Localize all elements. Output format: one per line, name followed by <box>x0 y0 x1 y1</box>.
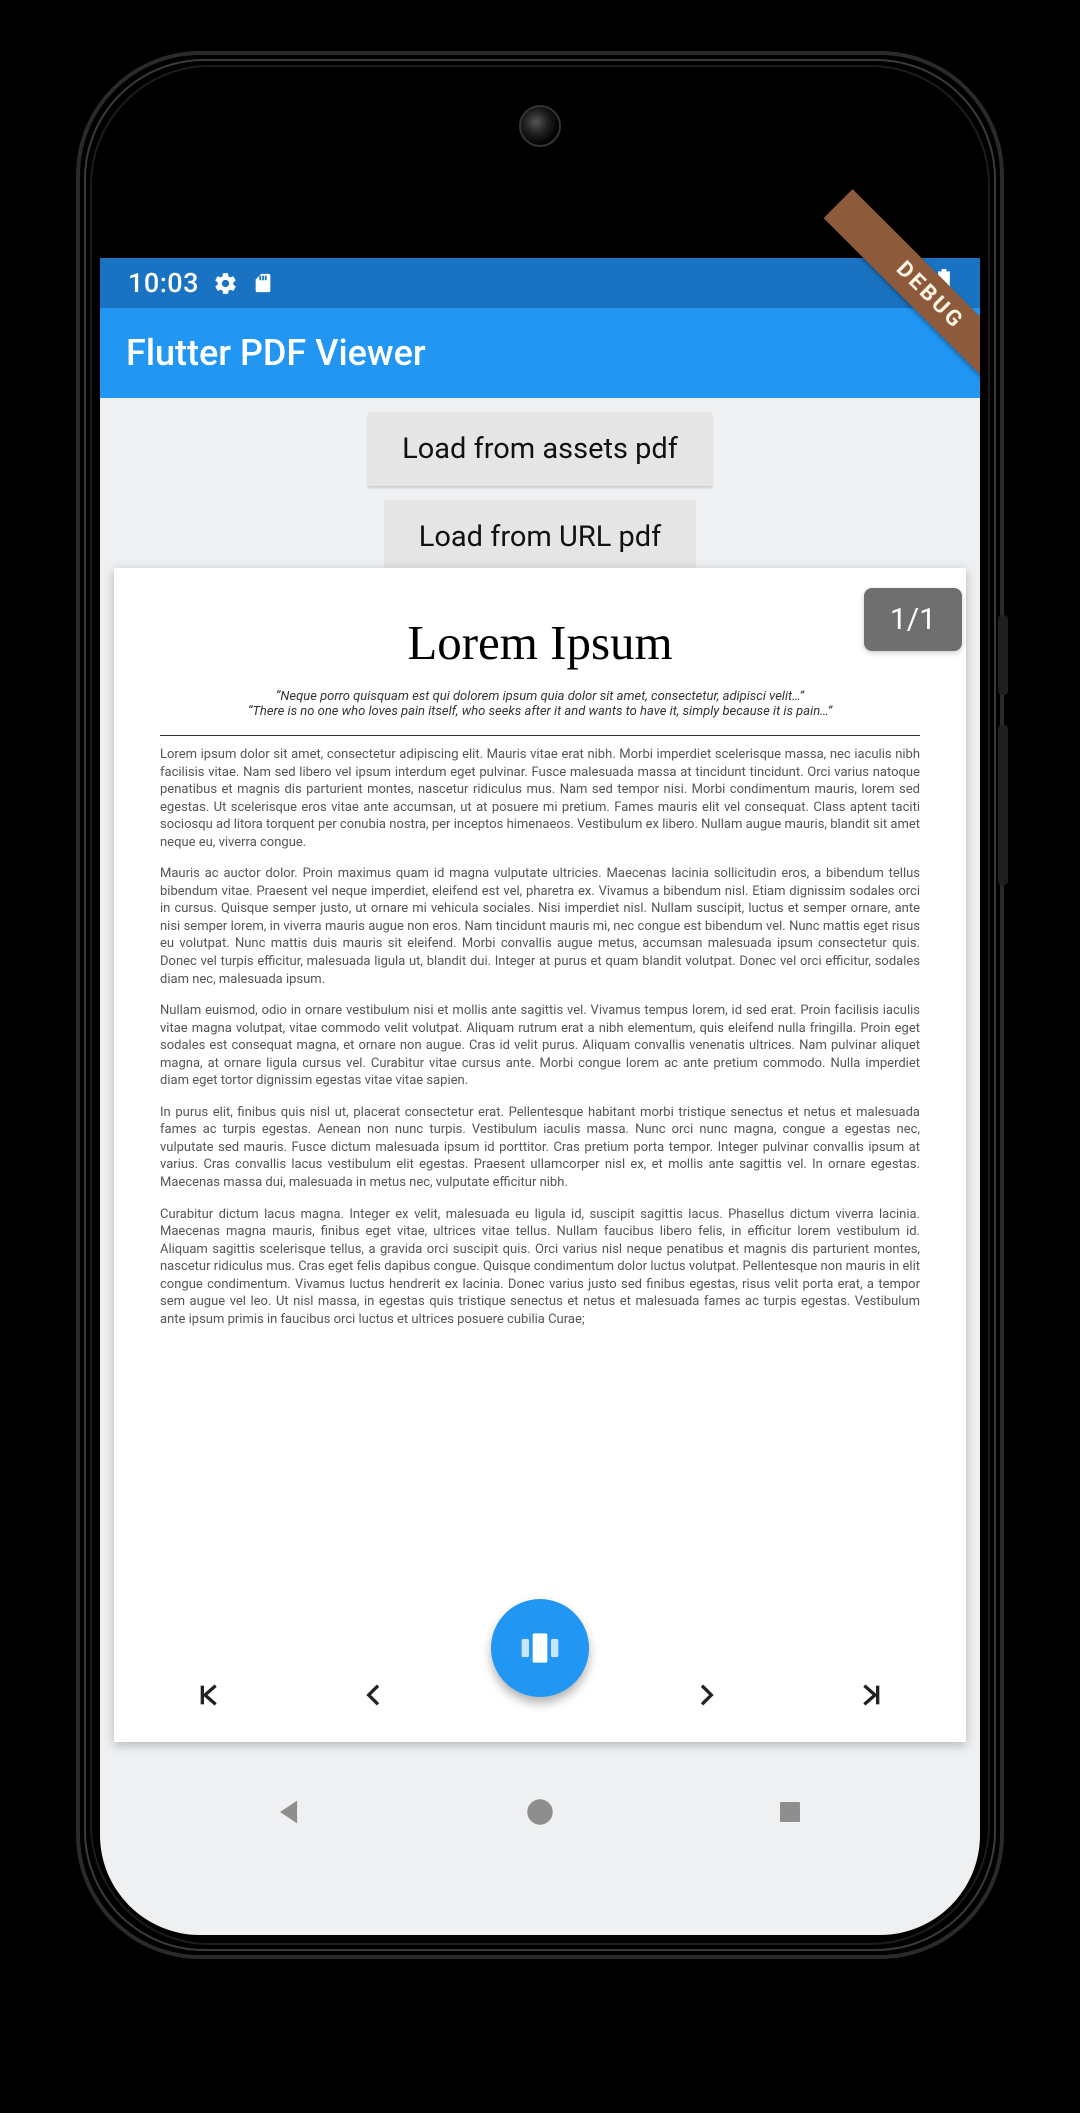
pdf-quote: “There is no one who loves pain itself, … <box>160 704 920 719</box>
app-title: Flutter PDF Viewer <box>126 332 426 374</box>
pdf-paragraph: Curabitur dictum lacus magna. Integer ex… <box>160 1206 920 1329</box>
pdf-paragraph: Mauris ac auctor dolor. Proin maximus qu… <box>160 865 920 988</box>
android-recents-button[interactable] <box>730 1782 850 1842</box>
pdf-paragraph: Nullam euismod, odio in ornare vestibulu… <box>160 1002 920 1090</box>
screen: 10:03 DEBUG Flutter PDF Viewer <box>100 75 980 1935</box>
pdf-quote: “Neque porro quisquam est qui dolorem ip… <box>160 689 920 704</box>
first-page-icon <box>193 1679 225 1711</box>
last-page-icon <box>855 1679 887 1711</box>
device-side-button <box>998 725 1008 885</box>
device-side-button <box>998 615 1008 695</box>
chevron-left-icon <box>358 1679 390 1711</box>
wifi-icon <box>898 271 928 295</box>
pdf-title: Lorem Ipsum <box>160 614 920 671</box>
android-nav-bar <box>100 1752 980 1872</box>
battery-icon <box>936 269 952 297</box>
pdf-paragraph: Lorem ipsum dolor sit amet, consectetur … <box>160 746 920 851</box>
app-bar: Flutter PDF Viewer <box>100 308 980 398</box>
status-bar: 10:03 <box>100 258 980 308</box>
circle-home-icon <box>523 1795 557 1829</box>
load-from-url-button[interactable]: Load from URL pdf <box>385 500 695 574</box>
pdf-paragraph: In purus elit, finibus quis nisl ut, pla… <box>160 1104 920 1192</box>
app-body: Load from assets pdf Load from URL pdf 1… <box>100 398 980 1935</box>
last-page-button[interactable] <box>796 1647 946 1742</box>
carousel-icon <box>518 1626 562 1670</box>
pdf-viewer: Lorem Ipsum “Neque porro quisquam est qu… <box>114 568 966 1742</box>
gear-icon <box>213 271 238 296</box>
page-indicator: 1/1 <box>864 588 962 651</box>
divider <box>160 735 920 736</box>
prev-page-button[interactable] <box>299 1647 449 1742</box>
chevron-right-icon <box>690 1679 722 1711</box>
status-clock: 10:03 <box>128 267 199 299</box>
android-back-button[interactable] <box>230 1782 350 1842</box>
device-camera <box>519 105 561 147</box>
device-frame: 10:03 DEBUG Flutter PDF Viewer <box>80 55 1000 1955</box>
pdf-page[interactable]: Lorem Ipsum “Neque porro quisquam est qu… <box>114 568 966 1647</box>
load-from-assets-button[interactable]: Load from assets pdf <box>368 412 712 486</box>
android-home-button[interactable] <box>480 1782 600 1842</box>
first-page-button[interactable] <box>134 1647 284 1742</box>
square-recents-icon <box>775 1797 805 1827</box>
triangle-back-icon <box>273 1795 307 1829</box>
sd-card-icon <box>252 270 274 296</box>
next-page-button[interactable] <box>631 1647 781 1742</box>
view-mode-fab[interactable] <box>491 1599 589 1697</box>
